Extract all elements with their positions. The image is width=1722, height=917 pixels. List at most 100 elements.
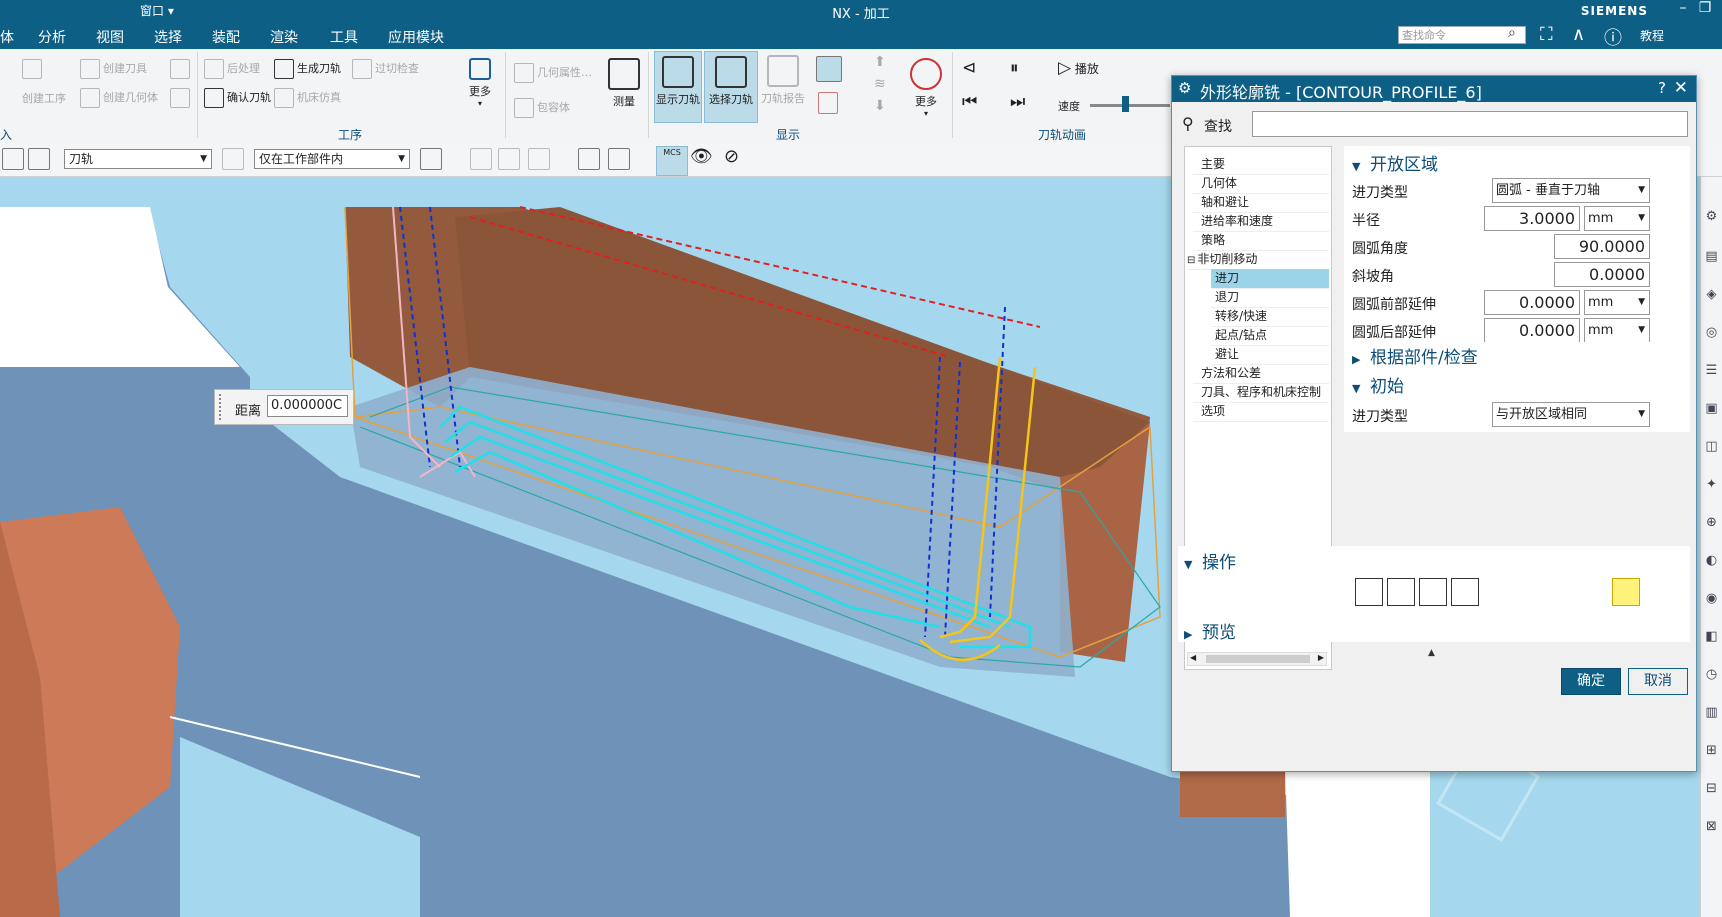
arc-angle-field[interactable]: 90.0000 <box>1554 234 1650 259</box>
create-geom-button[interactable]: 创建几何体 <box>80 88 158 108</box>
search-icon[interactable]: ⌕ <box>1508 25 1516 41</box>
envelope-button[interactable]: 包容体 <box>514 98 570 118</box>
distance-field[interactable]: 0.000000C <box>267 395 348 417</box>
initial-header[interactable]: ▼ 初始 <box>1352 372 1698 400</box>
menu-tools[interactable]: 工具 <box>330 27 358 47</box>
verify-path-button[interactable]: 确认刀轨 <box>204 88 271 108</box>
tree-scrollbar[interactable]: ◀ ▶ <box>1187 652 1327 666</box>
tree-item-transfer[interactable]: 转移/快速 <box>1211 307 1329 327</box>
arc-front-field[interactable]: 0.0000 <box>1484 290 1580 315</box>
help-icon[interactable]: ⓘ <box>1604 24 1622 50</box>
box-icon[interactable] <box>578 148 600 170</box>
tutorial-link[interactable]: 教程 <box>1640 27 1664 44</box>
speed-slider[interactable] <box>1090 104 1170 107</box>
machine-icon[interactable]: ▣ <box>1703 401 1720 418</box>
ops-navigator-icon[interactable]: ☰ <box>1703 363 1720 380</box>
ok-button[interactable]: 确定 <box>1561 668 1621 695</box>
menu-app-modules[interactable]: 应用模块 <box>388 27 444 47</box>
create-tool-button[interactable]: 创建刀具 <box>80 59 147 79</box>
snap-icon[interactable] <box>2 148 24 170</box>
filter-icon[interactable] <box>222 148 244 170</box>
menu-body[interactable]: 体 <box>0 27 14 47</box>
menu-assembly[interactable]: 装配 <box>212 27 240 47</box>
tree-item-options[interactable]: 选项 <box>1193 402 1329 422</box>
open-area-header[interactable]: ▼ 开放区域 <box>1352 150 1698 178</box>
show-path-button[interactable]: 显示刀轨 <box>654 51 702 123</box>
tree-item-engage[interactable]: 进刀 <box>1211 269 1329 289</box>
eye-icon[interactable]: 👁 <box>690 146 713 168</box>
display-toggle-icon[interactable] <box>816 56 842 82</box>
gear-icon[interactable]: ⚙ <box>1178 79 1191 97</box>
create-op-button[interactable] <box>22 59 45 79</box>
type-filter-dropdown[interactable]: 刀轨 ▼ <box>64 149 212 169</box>
process-studio-icon[interactable]: ◧ <box>1703 629 1720 646</box>
fullscreen-icon[interactable]: ⛶ <box>1540 24 1553 45</box>
tree-item-tool-program[interactable]: 刀具、程序和机床控制 <box>1193 383 1329 403</box>
reuse-library-icon[interactable]: ◫ <box>1703 439 1720 456</box>
create-method-button[interactable] <box>170 59 193 79</box>
more-process-button[interactable]: 更多 ▾ <box>462 54 498 120</box>
snap-point-icon[interactable] <box>470 148 492 170</box>
tree-item-strategy[interactable]: 策略 <box>1193 231 1329 251</box>
web-browser-icon[interactable]: ⊕ <box>1703 515 1720 532</box>
tree-item-noncutting[interactable]: ⊟ 非切削移动 <box>1187 250 1329 270</box>
part-navigator-icon[interactable]: ▤ <box>1703 249 1720 266</box>
initial-engage-dropdown[interactable]: 与开放区域相同 ▼ <box>1492 402 1650 427</box>
component-icon[interactable] <box>498 148 520 170</box>
hd3d-icon[interactable]: ✦ <box>1703 477 1720 494</box>
tool-library-icon[interactable]: ⊟ <box>1703 781 1720 798</box>
tree-item-feeds[interactable]: 进给率和速度 <box>1193 212 1329 232</box>
go-start-icon[interactable]: ⏮ <box>962 92 977 112</box>
help-icon[interactable]: ? <box>1658 79 1666 97</box>
arc-back-field[interactable]: 0.0000 <box>1484 318 1580 343</box>
layers-icon[interactable]: ≋ <box>874 76 886 92</box>
tree-item-start-point[interactable]: 起点/钻点 <box>1211 326 1329 346</box>
replay-icon[interactable] <box>1387 578 1415 606</box>
scroll-right-icon[interactable]: ▶ <box>1318 653 1324 662</box>
geom-props-button[interactable]: 几何属性… <box>514 63 592 83</box>
system-materials-icon[interactable]: ◉ <box>1703 591 1720 608</box>
mcs-toggle[interactable]: MCS <box>656 146 688 176</box>
collapse-dialog-icon[interactable]: ▲ <box>1428 648 1435 658</box>
machine-sim-button[interactable]: 机床仿真 <box>274 88 341 108</box>
paint-icon[interactable] <box>818 92 838 114</box>
create-program-button[interactable] <box>170 88 193 108</box>
point-icon[interactable] <box>528 148 550 170</box>
preview-header[interactable]: ▶ 预览 <box>1184 618 1236 643</box>
clock-icon[interactable]: ◷ <box>1703 667 1720 684</box>
engage-type-dropdown[interactable]: 圆弧 - 垂直于刀轴 ▼ <box>1492 178 1650 203</box>
list-icon[interactable] <box>1451 578 1479 606</box>
box-orange-icon[interactable] <box>608 148 630 170</box>
measure-button[interactable]: 测量 <box>604 54 644 120</box>
play-button[interactable]: ▷ 播放 <box>1058 58 1099 78</box>
constraint-icon[interactable]: ◎ <box>1703 325 1720 342</box>
arrow-up-icon[interactable]: ⬆ <box>874 54 886 70</box>
generate-icon[interactable] <box>1355 578 1383 606</box>
tree-item-avoid[interactable]: 避让 <box>1211 345 1329 365</box>
overcut-check-button[interactable]: 过切检查 <box>352 59 419 79</box>
scroll-left-icon[interactable]: ◀ <box>1190 653 1196 662</box>
generate-path-button[interactable]: 生成刀轨 <box>274 59 341 79</box>
find-input[interactable] <box>1252 111 1688 137</box>
arc-front-unit-dropdown[interactable]: mm ▼ <box>1584 290 1650 315</box>
menu-select[interactable]: 选择 <box>154 27 182 47</box>
history-icon[interactable]: ◐ <box>1703 553 1720 570</box>
tree-item-method[interactable]: 方法和公差 <box>1193 364 1329 384</box>
operations-header[interactable]: ▼ 操作 <box>1184 548 1696 573</box>
radius-field[interactable]: 3.0000 <box>1484 206 1580 231</box>
chevron-up-icon[interactable]: ∧ <box>1572 24 1585 45</box>
speed-slider-handle[interactable] <box>1122 96 1129 112</box>
radius-unit-dropdown[interactable]: mm ▼ <box>1584 206 1650 231</box>
select-path-op-icon[interactable] <box>1612 578 1640 606</box>
scope-dropdown[interactable]: 仅在工作部件内 ▼ <box>254 149 410 169</box>
tree-item-axis[interactable]: 轴和避让 <box>1193 193 1329 213</box>
tree-item-main[interactable]: 主要 <box>1193 155 1329 175</box>
scroll-thumb[interactable] <box>1206 655 1310 663</box>
filter-settings-icon[interactable] <box>420 148 442 170</box>
cancel-button[interactable]: 取消 <box>1628 668 1688 695</box>
step-back-icon[interactable]: ⊲ <box>962 58 976 78</box>
drag-handle[interactable] <box>219 394 225 420</box>
roles-icon[interactable]: ⊞ <box>1703 743 1720 760</box>
minimize-icon[interactable]: – <box>1672 0 1694 16</box>
assembly-icon[interactable]: ◈ <box>1703 287 1720 304</box>
